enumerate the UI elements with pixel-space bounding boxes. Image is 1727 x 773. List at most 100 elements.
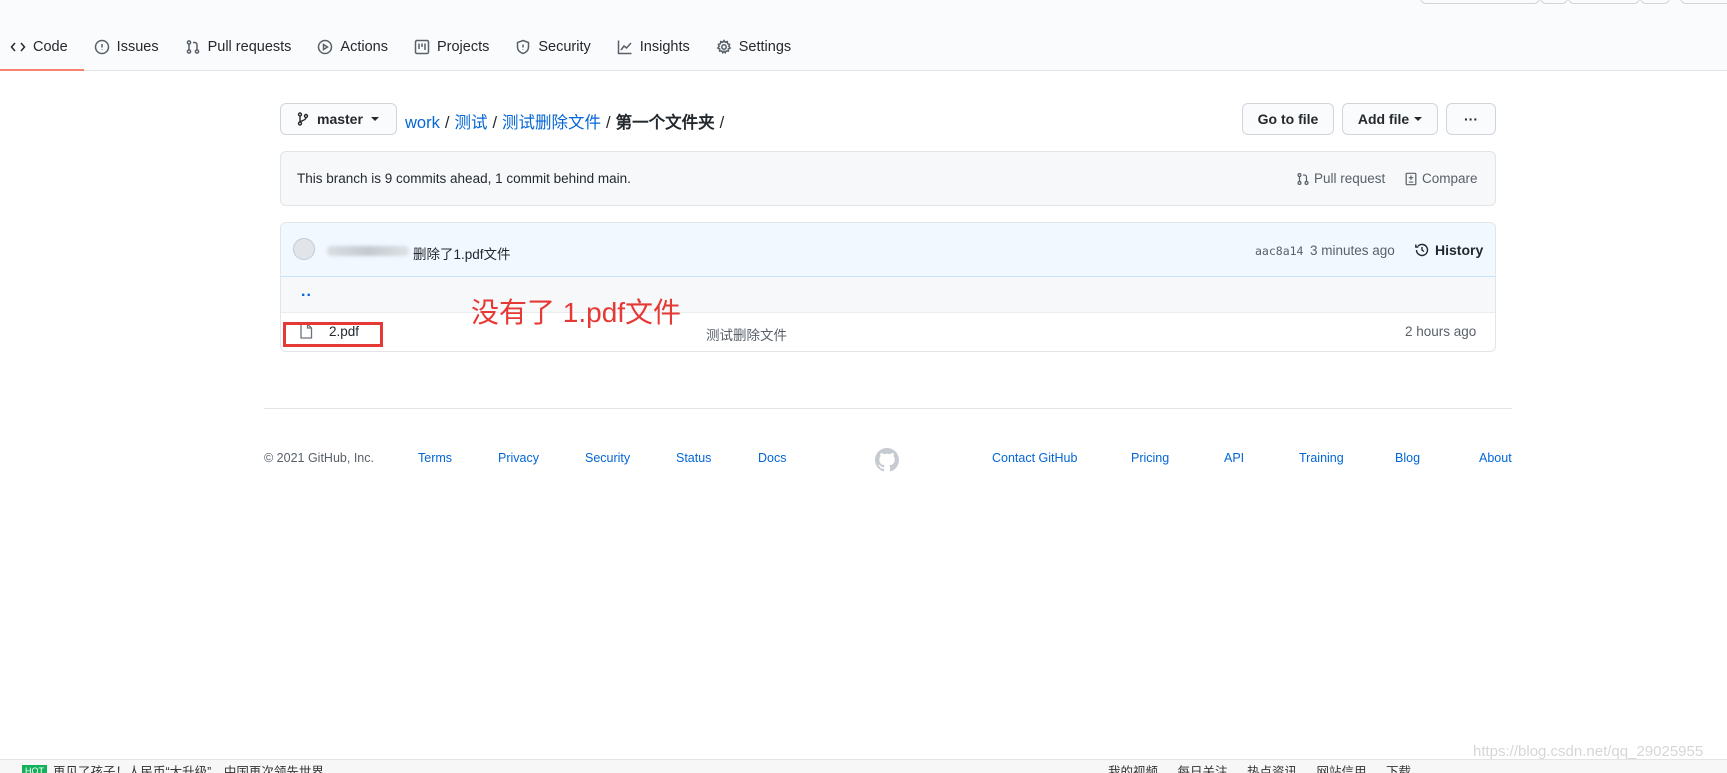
parent-directory-row[interactable]: .. xyxy=(281,277,1495,313)
tab-actions[interactable]: Actions xyxy=(307,30,404,71)
tab-settings[interactable]: Settings xyxy=(706,30,807,71)
status-item-videos[interactable]: 我的视频 xyxy=(1108,765,1158,773)
tab-label: Settings xyxy=(738,38,792,55)
breadcrumb-separator: / xyxy=(492,114,498,132)
footer-link-privacy[interactable]: Privacy xyxy=(498,451,539,465)
footer-divider xyxy=(264,408,1512,409)
kebab-icon: ··· xyxy=(1464,111,1478,127)
footer-link-about[interactable]: About xyxy=(1479,451,1512,465)
breadcrumb-separator: / xyxy=(719,114,725,132)
tab-insights[interactable]: Insights xyxy=(607,30,706,71)
compare-icon xyxy=(1405,172,1417,185)
tab-security[interactable]: Security xyxy=(505,30,606,71)
star-count[interactable] xyxy=(1640,0,1670,4)
compare-label: Compare xyxy=(1422,171,1478,186)
code-icon xyxy=(10,39,26,55)
watermark: https://blog.csdn.net/qq_29025955 xyxy=(1473,743,1704,760)
file-commit-message[interactable]: 测试删除文件 xyxy=(706,324,787,344)
annotation-text: 没有了 1.pdf文件 xyxy=(471,297,682,328)
avatar[interactable] xyxy=(293,238,315,260)
file-age: 2 hours ago xyxy=(1405,324,1477,339)
footer-link-pricing[interactable]: Pricing xyxy=(1131,451,1169,465)
shield-icon xyxy=(515,39,531,55)
parent-directory-link[interactable]: .. xyxy=(301,283,312,301)
go-to-file-button[interactable]: Go to file xyxy=(1242,103,1334,135)
footer-link-blog[interactable]: Blog xyxy=(1395,451,1420,465)
pull-request-label: Pull request xyxy=(1314,171,1386,186)
graph-icon xyxy=(617,39,633,55)
commit-sha[interactable]: aac8a14 xyxy=(1255,244,1303,258)
tab-label: Projects xyxy=(436,38,490,55)
breadcrumb-current: 第一个文件夹 xyxy=(615,114,715,132)
status-bar-items: 我的视频 每日关注 热点资讯 网站信用 下载 xyxy=(1108,761,1427,773)
latest-commit-row: 删除了1.pdf文件 aac8a14 3 minutes ago History xyxy=(281,223,1495,277)
annotation-highlight-box xyxy=(283,322,383,347)
branch-name: master xyxy=(317,111,363,127)
history-link[interactable]: History xyxy=(1414,242,1483,258)
watch-count[interactable] xyxy=(1540,0,1568,4)
pull-request-icon xyxy=(185,39,201,55)
status-item-credit[interactable]: 网站信用 xyxy=(1317,765,1367,773)
footer-link-status[interactable]: Status xyxy=(676,451,711,465)
history-label: History xyxy=(1435,242,1484,258)
go-to-file-label: Go to file xyxy=(1257,111,1319,127)
repo-header: Code Issues Pull requests Actions Projec… xyxy=(0,0,1727,71)
tab-projects[interactable]: Projects xyxy=(404,30,505,71)
footer-link-security[interactable]: Security xyxy=(585,451,630,465)
tab-code[interactable]: Code xyxy=(0,30,84,71)
news-ticker[interactable]: HOT 再见了孩子！人民币“大升级”，中国再次领先世界 xyxy=(22,761,324,773)
star-button[interactable] xyxy=(1568,0,1640,4)
footer-link-contact[interactable]: Contact GitHub xyxy=(992,451,1077,465)
commit-message[interactable]: 删除了1.pdf文件 xyxy=(413,243,511,263)
breadcrumb-link-folder[interactable]: 测试 xyxy=(454,114,487,132)
file-browser: 删除了1.pdf文件 aac8a14 3 minutes ago History… xyxy=(280,222,1496,352)
more-options-button[interactable]: ··· xyxy=(1446,103,1496,135)
breadcrumb: work / 测试 / 测试删除文件 / 第一个文件夹 / xyxy=(405,109,729,133)
footer-link-docs[interactable]: Docs xyxy=(758,451,786,465)
caret-down-icon xyxy=(1414,117,1423,121)
footer-link-api[interactable]: API xyxy=(1224,451,1244,465)
footer-link-training[interactable]: Training xyxy=(1299,451,1344,465)
commit-time: 3 minutes ago xyxy=(1310,243,1395,258)
branch-status-text: This branch is 9 commits ahead, 1 commit… xyxy=(297,171,631,186)
tab-label: Issues xyxy=(116,38,159,55)
status-item-follow[interactable]: 每日关注 xyxy=(1178,765,1228,773)
add-file-button[interactable]: Add file xyxy=(1342,103,1438,135)
branch-icon xyxy=(297,112,309,126)
pull-request-icon xyxy=(1297,172,1309,185)
tab-label: Pull requests xyxy=(207,38,292,55)
status-item-news[interactable]: 热点资讯 xyxy=(1247,765,1297,773)
project-icon xyxy=(414,39,430,55)
breadcrumb-separator: / xyxy=(444,114,450,132)
tab-issues[interactable]: Issues xyxy=(84,30,175,71)
tab-label: Actions xyxy=(340,38,388,55)
breadcrumb-link-subfolder[interactable]: 测试删除文件 xyxy=(502,114,601,132)
tab-label: Insights xyxy=(639,38,690,55)
gear-icon xyxy=(716,38,732,55)
github-logo-icon[interactable] xyxy=(875,448,899,475)
tab-label: Security xyxy=(538,38,591,55)
branch-status-box: This branch is 9 commits ahead, 1 commit… xyxy=(280,151,1496,206)
add-file-label: Add file xyxy=(1357,111,1410,127)
issue-icon xyxy=(94,39,110,55)
pull-request-link[interactable]: Pull request xyxy=(1296,171,1385,186)
file-row[interactable]: 2.pdf 测试删除文件 2 hours ago xyxy=(281,313,1495,351)
browser-status-bar: HOT 再见了孩子！人民币“大升级”，中国再次领先世界 我的视频 每日关注 热点… xyxy=(0,759,1727,773)
news-headline[interactable]: 再见了孩子！人民币“大升级”，中国再次领先世界 xyxy=(53,761,324,773)
play-icon xyxy=(317,39,333,55)
compare-link[interactable]: Compare xyxy=(1404,171,1478,186)
breadcrumb-link-repo[interactable]: work xyxy=(405,114,440,132)
footer-copyright: © 2021 GitHub, Inc. xyxy=(264,451,374,465)
news-hot-badge: HOT xyxy=(22,764,47,773)
history-icon xyxy=(1415,243,1429,257)
tab-pull-requests[interactable]: Pull requests xyxy=(175,30,308,71)
footer-link-terms[interactable]: Terms xyxy=(418,451,452,465)
branch-select-button[interactable]: master xyxy=(280,103,397,135)
repo-tabs: Code Issues Pull requests Actions Projec… xyxy=(0,30,807,71)
fork-button[interactable] xyxy=(1680,0,1727,4)
watch-button[interactable] xyxy=(1420,0,1540,4)
status-item-download[interactable]: 下载 xyxy=(1386,765,1411,773)
tab-label: Code xyxy=(33,38,68,55)
caret-down-icon xyxy=(370,117,379,121)
commit-author-redacted xyxy=(327,246,409,256)
